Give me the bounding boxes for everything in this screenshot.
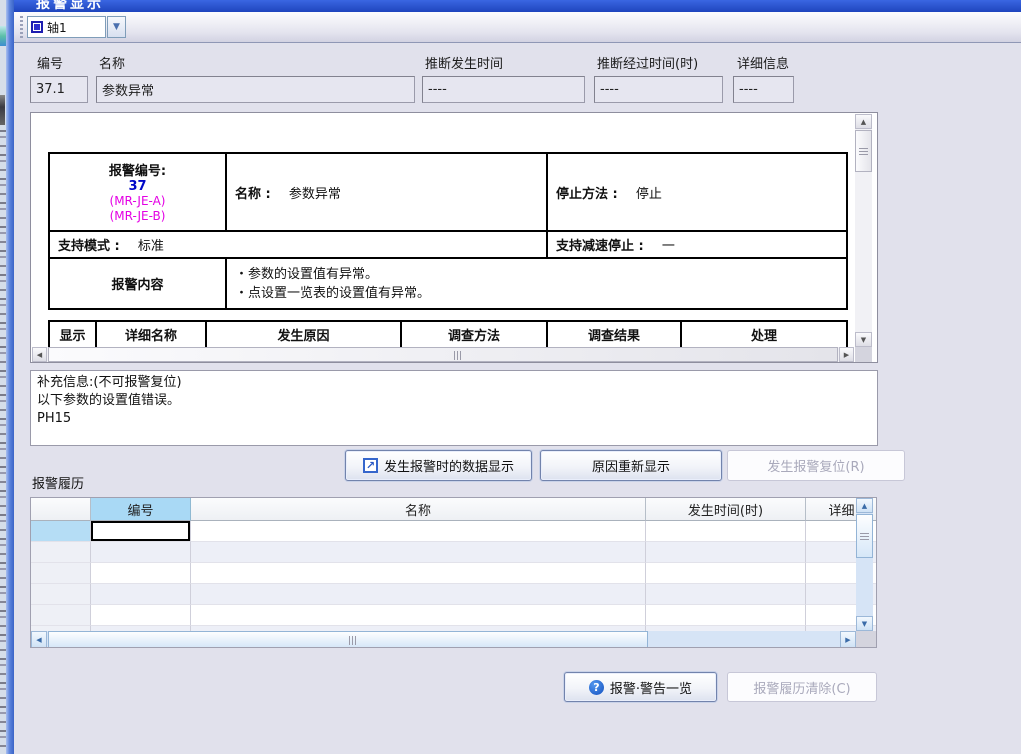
supplement-line3: PH15 (37, 410, 871, 428)
detail-horizontal-scrollbar[interactable]: ◀ ▶ (32, 347, 854, 362)
scroll-down-icon[interactable]: ▼ (856, 616, 873, 631)
history-corner-cell (31, 498, 91, 521)
scroll-right-icon[interactable]: ▶ (839, 347, 854, 362)
stop-method-label: 停止方法 : (556, 187, 618, 202)
alarm-content-line2: ・点设置一览表的设置值有异常。 (235, 284, 838, 303)
summary-no-label: 编号 (37, 53, 63, 72)
alarm-name-label: 名称 : (235, 187, 271, 202)
summary-occur-label: 推断发生时间 (425, 53, 503, 72)
summary-no-value: 37.1 (30, 76, 88, 103)
history-horizontal-scrollbar[interactable]: ◀ ▶ (31, 631, 856, 648)
history-row[interactable] (31, 521, 876, 542)
support-mode-value: 标准 (138, 239, 164, 254)
alarm-reset-button: 发生报警复位(R) (727, 450, 905, 481)
alarm-content-label: 报警内容 (49, 258, 226, 309)
scroll-right-icon[interactable]: ▶ (840, 631, 856, 648)
summary-elapsed-value: ---- (594, 76, 723, 103)
axis-select-arrow[interactable]: ▼ (107, 16, 126, 38)
scroll-up-icon[interactable]: ▲ (856, 498, 873, 513)
alarm-reset-label: 发生报警复位(R) (767, 456, 864, 475)
axis-select[interactable]: 轴1 (27, 16, 106, 38)
title-bar: 报警显示 (14, 0, 1021, 12)
detail-vscroll-thumb[interactable] (855, 130, 872, 172)
stop-method-value: 停止 (636, 187, 662, 202)
history-header-row: 编号 名称 发生时间(时) 详细 (31, 498, 876, 521)
alarm-display-window: 报警显示 轴1 ▼ 编号 名称 推断发生时间 推断经过时间(时) 详细信息 37… (0, 0, 1021, 754)
support-mode-cell: 支持模式 : 标准 (49, 231, 547, 258)
detail-hscroll-thumb[interactable] (48, 347, 838, 362)
summary-occur-value: ---- (422, 76, 585, 103)
toolbar: 轴1 ▼ (14, 12, 1021, 43)
redisplay-cause-button[interactable]: 原因重新显示 (540, 450, 722, 481)
supplement-line1: 补充信息:(不可报警复位) (37, 374, 871, 392)
alarm-name-value: 参数异常 (289, 187, 341, 202)
show-alarm-data-button[interactable]: ↗ 发生报警时的数据显示 (345, 450, 532, 481)
data-display-icon: ↗ (363, 458, 378, 473)
history-clear-label: 报警履历清除(C) (753, 678, 850, 697)
history-row[interactable] (31, 605, 876, 626)
alarm-spec-table: 报警编号: 37 (MR-JE-A) (MR-JE-B) 名称 : 参数异常 停… (48, 152, 848, 310)
scrollbar-corner (855, 347, 872, 362)
alarm-detail-panel: 报警编号: 37 (MR-JE-A) (MR-JE-B) 名称 : 参数异常 停… (30, 112, 878, 363)
supplement-info-box: 补充信息:(不可报警复位) 以下参数的设置值错误。 PH15 (30, 370, 878, 446)
axis-icon (31, 21, 43, 33)
model-a: (MR-JE-A) (58, 194, 217, 209)
alarm-content-cell: ・参数的设置值有异常。 ・点设置一览表的设置值有异常。 (226, 258, 847, 309)
supplement-line2: 以下参数的设置值错误。 (37, 392, 871, 410)
history-title: 报警履历 (32, 473, 84, 492)
summary-name-value: 参数异常 (96, 76, 415, 103)
cause-col-display: 显示 (49, 321, 96, 348)
decel-stop-value: 一 (662, 239, 675, 254)
show-alarm-data-label: 发生报警时的数据显示 (384, 456, 514, 475)
scroll-up-icon[interactable]: ▲ (855, 114, 872, 129)
scroll-left-icon[interactable]: ◀ (32, 347, 47, 362)
stop-method-cell: 停止方法 : 停止 (547, 153, 847, 231)
history-col-name[interactable]: 名称 (191, 498, 646, 521)
scrollbar-corner (856, 631, 876, 648)
alarm-content-line1: ・参数的设置值有异常。 (235, 265, 838, 284)
cause-col-method: 调查方法 (401, 321, 547, 348)
cause-col-result: 调查结果 (547, 321, 681, 348)
history-row[interactable] (31, 584, 876, 605)
axis-select-value: 轴1 (47, 19, 67, 36)
summary-detail-label: 详细信息 (737, 53, 789, 72)
alarm-warning-list-label: 报警·警告一览 (610, 678, 692, 697)
cause-col-treatment: 处理 (681, 321, 847, 348)
alarm-number-label: 报警编号: (58, 160, 217, 179)
history-selected-cell[interactable] (91, 521, 191, 542)
history-col-time[interactable]: 发生时间(时) (646, 498, 806, 521)
toolbar-grip[interactable] (20, 16, 23, 38)
alarm-number-value: 37 (58, 179, 217, 194)
history-vertical-scrollbar[interactable]: ▲ ▼ (856, 498, 873, 631)
scroll-left-icon[interactable]: ◀ (31, 631, 47, 648)
history-vscroll-thumb[interactable] (856, 514, 873, 558)
summary-detail-value: ---- (733, 76, 794, 103)
cause-col-cause: 发生原因 (206, 321, 401, 348)
cause-table-header: 显示 详细名称 发生原因 调查方法 调查结果 处理 (48, 320, 848, 349)
alarm-number-cell: 报警编号: 37 (MR-JE-A) (MR-JE-B) (49, 153, 226, 231)
history-row[interactable] (31, 542, 876, 563)
alarm-warning-list-button[interactable]: ? 报警·警告一览 (564, 672, 717, 702)
alarm-history-grid: 编号 名称 发生时间(时) 详细 (30, 497, 877, 648)
support-mode-label: 支持模式 : (58, 239, 120, 254)
window-frame-edge (6, 0, 14, 754)
decel-stop-cell: 支持减速停止 : 一 (547, 231, 847, 258)
history-clear-button: 报警履历清除(C) (727, 672, 877, 702)
history-hscroll-thumb[interactable] (48, 631, 648, 648)
decel-stop-label: 支持减速停止 : (556, 239, 644, 254)
alarm-name-cell: 名称 : 参数异常 (226, 153, 547, 231)
history-col-no[interactable]: 编号 (91, 498, 191, 521)
summary-name-label: 名称 (99, 53, 125, 72)
detail-vertical-scrollbar[interactable]: ▲ ▼ (855, 114, 872, 347)
clipped-toolbar-icon (0, 95, 5, 125)
history-row[interactable] (31, 563, 876, 584)
scroll-down-icon[interactable]: ▼ (855, 332, 872, 347)
summary-elapsed-label: 推断经过时间(时) (597, 53, 698, 72)
model-b: (MR-JE-B) (58, 209, 217, 224)
help-icon: ? (589, 680, 604, 695)
cause-col-detailname: 详细名称 (96, 321, 206, 348)
redisplay-cause-label: 原因重新显示 (592, 456, 670, 475)
window-title: 报警显示 (36, 0, 104, 12)
